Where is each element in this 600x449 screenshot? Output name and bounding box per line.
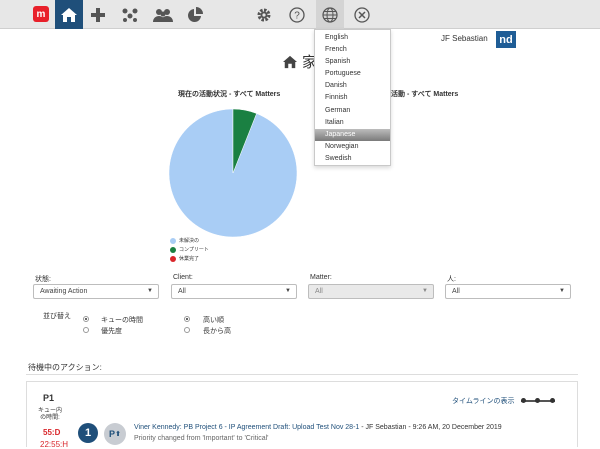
- action-entry-title: Viner Kennedy: PB Project 6 - IP Agreeme…: [134, 424, 502, 431]
- language-option-japanese[interactable]: Japanese: [315, 128, 390, 141]
- brand-badge: nd: [496, 31, 516, 48]
- language-option-spanish[interactable]: Spanish: [315, 56, 390, 68]
- person-select[interactable]: All ▼: [445, 284, 571, 299]
- queue-label-line-2: の時間:: [40, 415, 60, 421]
- pending-actions-title: 待機中のアクション:: [28, 363, 102, 372]
- client-filter-label: Client:: [173, 274, 193, 281]
- network-button[interactable]: [119, 0, 141, 29]
- team-button[interactable]: [151, 0, 175, 29]
- sort-by-priority-radio[interactable]: [83, 327, 89, 333]
- language-option-portuguese[interactable]: Portuguese: [315, 68, 390, 80]
- language-dropdown: English French Spanish Portuguese Danish Finn…: [314, 29, 391, 166]
- status-select[interactable]: Awaiting Action ▼: [33, 284, 159, 299]
- help-icon: ?: [289, 6, 305, 23]
- order-long-to-high-radio[interactable]: [184, 327, 190, 333]
- svg-text:?: ?: [294, 10, 300, 21]
- status-filter-label: 状態:: [35, 276, 51, 283]
- legend-label: 未解決の: [179, 238, 200, 244]
- order-option-label: 長から高: [203, 328, 231, 335]
- priority-badge: P ⬆: [104, 423, 126, 445]
- chevron-down-icon: ▼: [559, 288, 565, 294]
- queue-time-days: 55:D: [43, 428, 61, 437]
- legend-label: 休業完了: [179, 256, 200, 262]
- language-option-danish[interactable]: Danish: [315, 80, 390, 92]
- sort-by-queue-time-radio[interactable]: [83, 316, 89, 322]
- person-filter-label: 人:: [447, 276, 456, 283]
- arrow-up-icon: ⬆: [115, 431, 121, 438]
- language-option-french[interactable]: French: [315, 44, 390, 56]
- legend-item-open[interactable]: 未解決の: [170, 236, 209, 245]
- close-icon: [354, 6, 370, 23]
- language-option-german[interactable]: German: [315, 105, 390, 117]
- legend-item-complete[interactable]: コンプリート: [170, 245, 209, 254]
- user-name[interactable]: JF Sebastian: [441, 34, 488, 43]
- language-option-italian[interactable]: Italian: [315, 117, 390, 129]
- reports-button[interactable]: [184, 0, 206, 29]
- home-button[interactable]: [55, 0, 83, 29]
- language-option-norwegian[interactable]: Norwegian: [315, 141, 390, 153]
- action-entry-subtitle: Priority changed from 'Important' to 'Cr…: [134, 435, 269, 442]
- settings-button[interactable]: [254, 0, 274, 29]
- chevron-down-icon: ▼: [285, 288, 291, 294]
- legend-label: コンプリート: [179, 247, 209, 253]
- legend-item-closed[interactable]: 休業完了: [170, 254, 209, 263]
- person-select-value: All: [452, 288, 460, 295]
- chart-title-current-status: 現在の活動状況 - すべて Matters: [178, 91, 281, 98]
- language-option-finnish[interactable]: Finnish: [315, 92, 390, 104]
- add-button[interactable]: [88, 0, 108, 29]
- pie-chart-icon: [188, 6, 203, 22]
- home-icon: [283, 55, 297, 68]
- queue-label-line-1: キュー内: [38, 408, 63, 414]
- home-icon: [61, 7, 77, 22]
- gear-icon: [257, 8, 271, 21]
- client-select-value: All: [178, 288, 186, 295]
- app-logo[interactable]: m: [33, 6, 49, 22]
- plus-icon: [91, 7, 105, 22]
- language-button[interactable]: [316, 0, 344, 29]
- status-pie-chart: [168, 108, 298, 238]
- language-option-english[interactable]: English: [315, 32, 390, 44]
- sort-option-label: 優先度: [101, 328, 122, 335]
- sort-label: 並び替え: [43, 313, 71, 320]
- queue-time-label: キュー内 の時間:: [38, 408, 62, 422]
- network-icon: [122, 8, 138, 22]
- client-select[interactable]: All ▼: [171, 284, 297, 299]
- close-button[interactable]: [352, 0, 372, 29]
- action-number-badge: 1: [78, 423, 98, 443]
- show-timeline-link[interactable]: タイムラインの表示: [452, 396, 515, 406]
- divider: [26, 374, 578, 375]
- matter-filter-label: Matter:: [310, 274, 332, 281]
- action-entry-link[interactable]: Viner Kennedy: PB Project 6 - IP Agreeme…: [134, 424, 359, 431]
- action-entry-meta: - JF Sebastian - 9:26 AM, 20 December 20…: [359, 424, 502, 431]
- matter-select-value: All: [315, 288, 323, 295]
- timeline-icon[interactable]: [521, 398, 555, 403]
- queue-time-hours: 22:55:H: [40, 440, 69, 449]
- globe-icon: [322, 6, 338, 23]
- status-select-value: Awaiting Action: [40, 288, 88, 295]
- team-icon: [153, 8, 173, 22]
- chevron-down-icon: ▼: [422, 288, 428, 294]
- page-title: 家: [282, 51, 317, 72]
- chart-title-activity: 活動 - すべて Matters: [391, 91, 459, 98]
- chart-legend: 未解決の コンプリート 休業完了: [170, 236, 209, 263]
- sort-option-label: キューの時間: [101, 317, 143, 324]
- language-option-swedish[interactable]: Swedish: [315, 153, 390, 165]
- top-navigation-bar: m ?: [0, 0, 600, 29]
- matter-select[interactable]: All ▼: [308, 284, 434, 299]
- chevron-down-icon: ▼: [147, 288, 153, 294]
- help-button[interactable]: ?: [287, 0, 307, 29]
- order-high-first-radio[interactable]: [184, 316, 190, 322]
- priority-label: P1: [43, 393, 55, 403]
- order-option-label: 高い順: [203, 317, 224, 324]
